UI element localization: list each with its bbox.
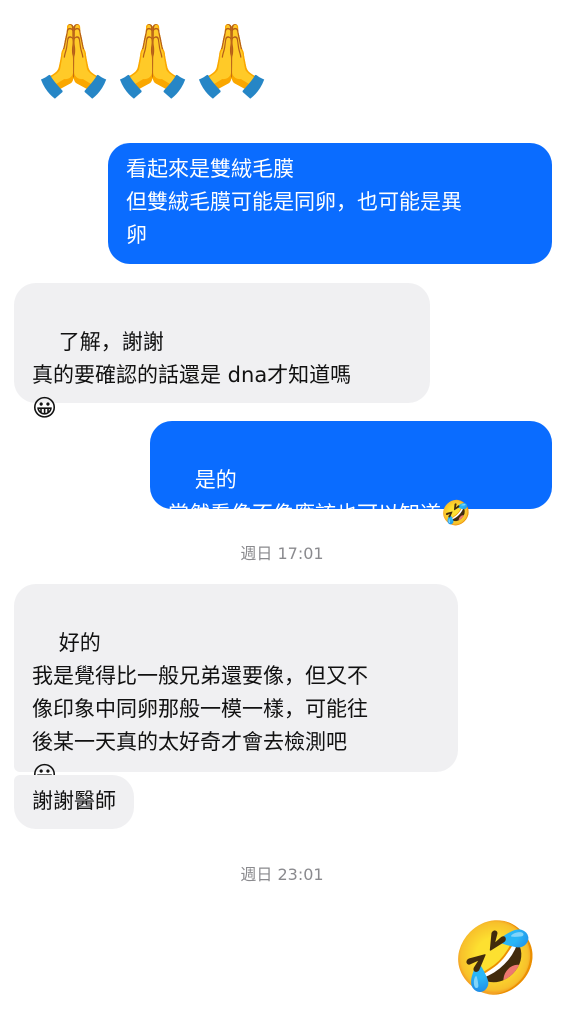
incoming-message-bubble[interactable]: 了解，謝謝 真的要確認的話還是 dna才知道嗎 😀 bbox=[14, 283, 430, 422]
timestamp: 週日 17:01 bbox=[240, 544, 324, 563]
message-text: 好的 我是覺得比一般兄弟還要像，但又不 像印象中同卵那般一模一樣，可能往 後某一… bbox=[32, 631, 368, 754]
rolling-laughing-emoji-message[interactable]: 🤣 bbox=[452, 918, 539, 998]
rolling-laughing-emoji: 🤣 bbox=[441, 499, 471, 527]
praying-hands-emoji-message: 🙏🙏🙏 bbox=[30, 19, 276, 101]
outgoing-message-bubble[interactable]: 看起來是雙絨毛膜 但雙絨毛膜可能是同卵，也可能是異 卵 bbox=[108, 143, 552, 264]
incoming-message-bubble[interactable]: 好的 我是覺得比一般兄弟還要像，但又不 像印象中同卵那般一模一樣，可能往 後某一… bbox=[14, 584, 458, 789]
incoming-message-bubble[interactable]: 謝謝醫師 bbox=[14, 775, 134, 829]
timestamp: 週日 23:01 bbox=[240, 865, 324, 884]
message-text: 了解，謝謝 真的要確認的話還是 dna才知道嗎 bbox=[32, 330, 352, 387]
outgoing-message-bubble[interactable]: 是的 當然看像不像應該也可以知道🤣 bbox=[150, 421, 552, 527]
message-text: 是的 當然看像不像應該也可以知道 bbox=[168, 468, 441, 526]
grinning-face-emoji: 😀 bbox=[32, 394, 58, 422]
